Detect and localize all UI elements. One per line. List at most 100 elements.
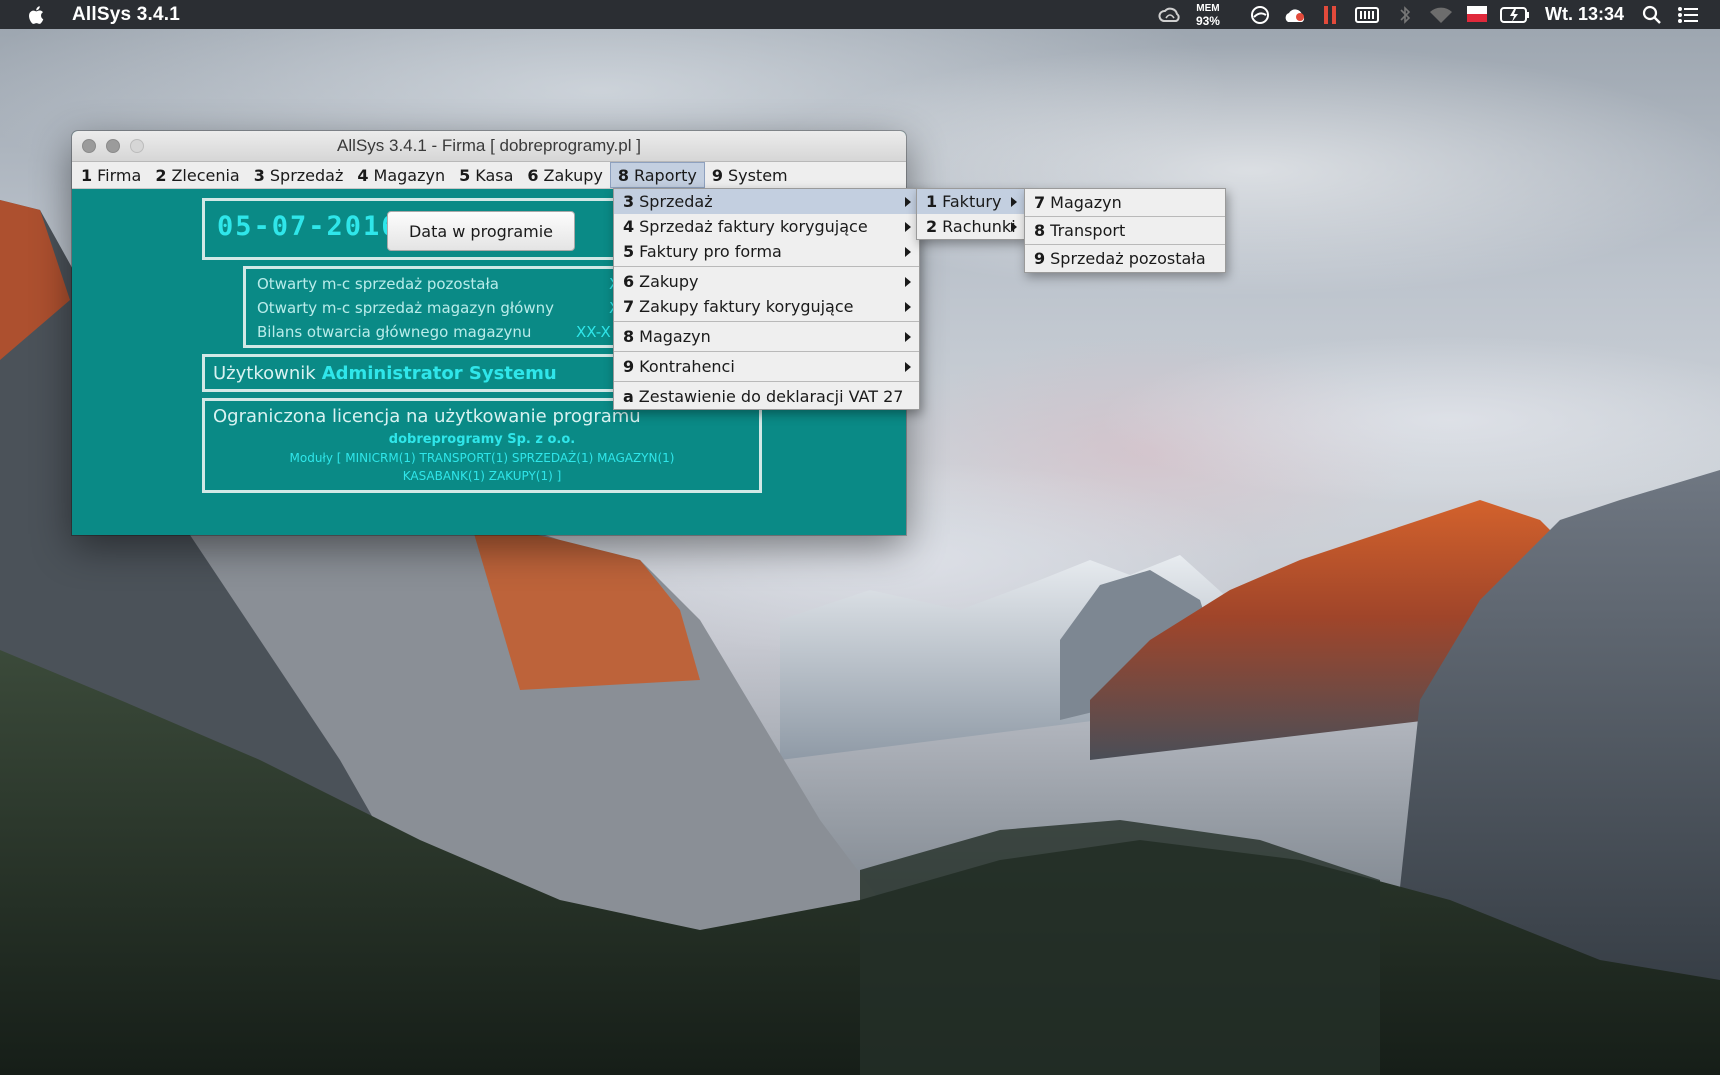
open-month-label: Otwarty m-c sprzedaż pozostała — [257, 275, 499, 293]
active-app-name[interactable]: AllSys 3.4.1 — [72, 4, 180, 26]
menu-item-label: Faktury — [942, 192, 1002, 211]
menu-item-faktury-magazyn[interactable]: 7 Magazyn — [1025, 189, 1225, 217]
window-controls — [82, 139, 144, 153]
menu-item-label: Magazyn — [639, 327, 711, 346]
mem-value: 93% — [1195, 13, 1220, 28]
license-panel: Ograniczona licencja na użytkowanie prog… — [202, 398, 762, 493]
open-month-row: Otwarty m-c sprzedaż pozostała X — [257, 275, 619, 293]
menu-item-faktury-transport[interactable]: 8 Transport — [1025, 217, 1225, 245]
menu-system[interactable]: 9 System — [705, 162, 795, 188]
pause-icon[interactable] — [1313, 0, 1347, 29]
open-month-label: Otwarty m-c sprzedaż magazyn główny — [257, 299, 554, 317]
open-month-row: Otwarty m-c sprzedaż magazyn główny X — [257, 299, 619, 317]
open-month-panel: Otwarty m-c sprzedaż pozostała X Otwarty… — [243, 266, 623, 348]
menu-item-key: 9 — [1034, 249, 1046, 268]
menu-firma[interactable]: 1 Firma — [72, 162, 148, 188]
submenu-arrow-icon — [1011, 197, 1017, 207]
close-window-button[interactable] — [82, 139, 96, 153]
menu-item-key: 6 — [623, 272, 635, 291]
license-modules: Moduły [ MINICRM(1) TRANSPORT(1) SPRZEDA… — [289, 451, 675, 465]
cloud-sync-icon[interactable] — [1277, 0, 1313, 29]
menu-item-label: Rachunki — [942, 217, 1016, 236]
menu-zakupy[interactable]: 6 Zakupy — [520, 162, 609, 188]
menu-key: 4 — [357, 165, 369, 185]
menu-label: System — [727, 165, 788, 185]
menu-item-faktury-sprzedaz-pozostala[interactable]: 9 Sprzedaż pozostała — [1025, 245, 1225, 272]
license-title: Ograniczona licencja na użytkowanie prog… — [213, 406, 641, 427]
submenu-arrow-icon — [905, 362, 911, 372]
menu-item-key: 8 — [1034, 221, 1046, 240]
menu-label: Zlecenia — [171, 165, 240, 185]
wifi-icon[interactable] — [1423, 0, 1459, 29]
menu-item-rachunki[interactable]: 2 Rachunki — [917, 214, 1025, 239]
submenu-arrow-icon — [905, 222, 911, 232]
menu-label: Magazyn — [373, 165, 446, 185]
menu-magazyn[interactable]: 4 Magazyn — [350, 162, 452, 188]
open-month-row: Bilans otwarcia głównego magazynu XX-X — [257, 323, 611, 341]
menu-item-key: 9 — [623, 357, 635, 376]
menu-item-key: 2 — [926, 217, 938, 236]
menu-item-sprzedaz-raport[interactable]: 3 Sprzedaż — [614, 189, 919, 214]
menu-item-key: 7 — [623, 297, 635, 316]
menu-item-vat27[interactable]: a Zestawienie do deklaracji VAT 27 — [614, 384, 919, 409]
menu-item-key: 7 — [1034, 193, 1046, 212]
menu-zlecenia[interactable]: 2 Zlecenia — [148, 162, 246, 188]
menu-item-key: 3 — [623, 192, 635, 211]
spotlight-search-icon[interactable] — [1634, 0, 1670, 29]
menu-item-label: Transport — [1050, 221, 1126, 240]
apple-logo-icon[interactable] — [26, 4, 48, 26]
open-month-label: Bilans otwarcia głównego magazynu — [257, 323, 532, 341]
raporty-dropdown-menu: 3 Sprzedaż 4 Sprzedaż faktury korygujące 5… — [613, 188, 920, 410]
do-not-disturb-icon[interactable] — [1243, 0, 1277, 29]
menu-item-zakupy-korygujace[interactable]: 7 Zakupy faktury korygujące — [614, 294, 919, 319]
input-source-flag-icon[interactable] — [1459, 0, 1495, 29]
menu-item-key: 4 — [623, 217, 635, 236]
menu-label: Raporty — [633, 165, 697, 185]
mem-label: MEM — [1196, 2, 1220, 14]
menu-item-magazyn-raport[interactable]: 8 Magazyn — [614, 324, 919, 349]
battery-icon[interactable] — [1495, 0, 1535, 29]
menu-item-zakupy-raport[interactable]: 6 Zakupy — [614, 269, 919, 294]
menu-item-label: Sprzedaż faktury korygujące — [639, 217, 868, 236]
menu-separator — [614, 321, 919, 322]
menu-raporty[interactable]: 8 Raporty — [609, 162, 705, 188]
creative-cloud-icon[interactable] — [1153, 0, 1187, 29]
menu-item-label: Kontrahenci — [639, 357, 735, 376]
menu-item-key: 1 — [926, 192, 938, 211]
menu-item-kontrahenci[interactable]: 9 Kontrahenci — [614, 354, 919, 379]
app-menu-bar: 1 Firma 2 Zlecenia 3 Sprzedaż 4 Magazyn 5 Kas… — [72, 162, 906, 189]
zoom-window-button[interactable] — [130, 139, 144, 153]
memory-card-icon[interactable] — [1347, 0, 1387, 29]
license-modules: KASABANK(1) ZAKUPY(1) ] — [402, 469, 562, 483]
menubar-clock[interactable]: Wt. 13:34 — [1545, 0, 1624, 29]
memory-monitor[interactable]: MEM 93% — [1187, 0, 1229, 29]
menu-separator — [614, 381, 919, 382]
notification-center-icon[interactable] — [1670, 0, 1706, 29]
set-program-date-button[interactable]: Data w programie — [387, 211, 575, 251]
menu-label: Firma — [97, 165, 142, 185]
menu-label: Sprzedaż — [269, 165, 344, 185]
menu-kasa[interactable]: 5 Kasa — [452, 162, 520, 188]
menu-key: 1 — [81, 165, 93, 185]
menu-item-faktury[interactable]: 1 Faktury — [917, 189, 1025, 214]
menu-label: Kasa — [475, 165, 514, 185]
menu-item-label: Sprzedaż pozostała — [1050, 249, 1206, 268]
menu-item-label: Zakupy faktury korygujące — [639, 297, 854, 316]
minimize-window-button[interactable] — [106, 139, 120, 153]
submenu-arrow-icon — [905, 197, 911, 207]
menu-sprzedaz[interactable]: 3 Sprzedaż — [247, 162, 351, 188]
submenu-arrow-icon — [1011, 222, 1017, 232]
menu-item-sprzedaz-korygujace[interactable]: 4 Sprzedaż faktury korygujące — [614, 214, 919, 239]
menu-key: 2 — [155, 165, 167, 185]
current-user-panel: Użytkownik Administrator Systemu — [202, 354, 622, 392]
window-titlebar[interactable]: AllSys 3.4.1 - Firma [ dobreprogramy.pl … — [72, 131, 906, 162]
program-date-panel: 05-07-2016 Data w programie — [202, 198, 622, 260]
bluetooth-icon[interactable] — [1387, 0, 1423, 29]
macos-menu-bar: AllSys 3.4.1 MEM 93% Wt. 13:34 — [0, 0, 1720, 29]
program-date: 05-07-2016 — [217, 211, 400, 242]
menu-key: 3 — [253, 165, 265, 185]
menu-key: 5 — [459, 165, 471, 185]
user-label: Użytkownik — [213, 362, 316, 384]
menu-item-faktury-pro-forma[interactable]: 5 Faktury pro forma — [614, 239, 919, 264]
menu-item-label: Sprzedaż — [639, 192, 713, 211]
